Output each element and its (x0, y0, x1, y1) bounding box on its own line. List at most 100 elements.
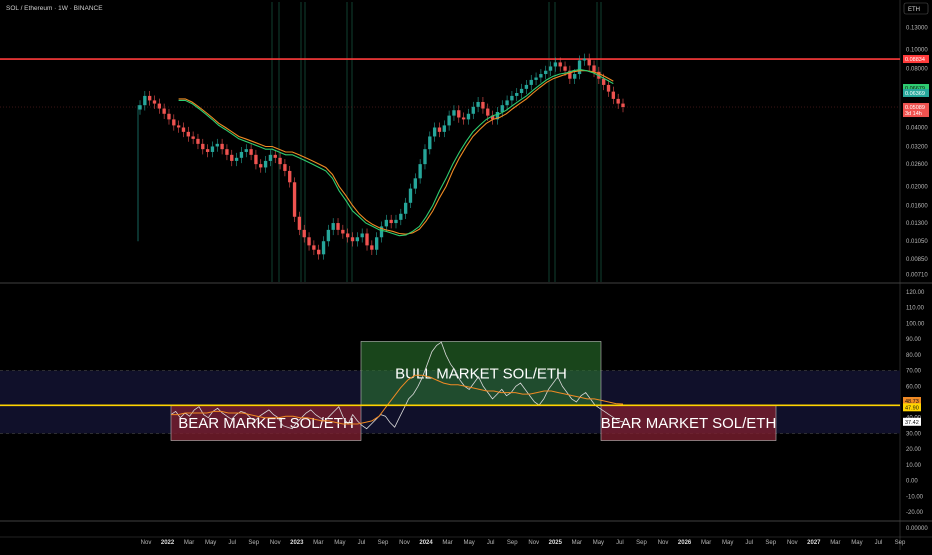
time-tick-label: Nov (399, 540, 410, 546)
time-tick-label: Nov (270, 540, 281, 546)
price-tag-label: 3d 14h (905, 111, 922, 117)
candle-body (346, 233, 350, 238)
candle-body (418, 164, 422, 179)
time-tick-label: Nov (658, 540, 669, 546)
candle-body (587, 58, 591, 66)
candle-body (606, 84, 611, 92)
candle-body (558, 62, 562, 67)
candle-body (225, 149, 229, 155)
candle-body (254, 154, 258, 165)
time-tick-label: Jul (487, 540, 495, 546)
candle-body (442, 125, 446, 132)
osc-tick-label: 70.00 (906, 369, 922, 375)
candle-body (457, 110, 461, 118)
osc-tag-label: 37.42 (905, 420, 919, 426)
symbol-title: SOL / Ethereum · 1W · BINANCE (6, 5, 103, 12)
time-tick-label: May (722, 540, 733, 546)
candle-body (341, 229, 345, 234)
candle-body (172, 119, 176, 126)
candle-body (573, 74, 577, 79)
candle-body (355, 237, 360, 242)
osc-tick-label: 0.00 (906, 479, 918, 485)
candle-body (616, 98, 620, 104)
osc-tick-label: 60.00 (906, 384, 922, 390)
candle-body (370, 245, 374, 250)
candle-body (476, 101, 480, 107)
price-tick-label: 0.02600 (906, 162, 928, 168)
currency-label: ETH (908, 7, 920, 13)
chart-svg: BEAR MARKET SOL/ETHBULL MARKET SOL/ETHBE… (0, 0, 932, 550)
candle-body (201, 143, 205, 150)
candle-body (466, 113, 471, 120)
time-tick-label: Nov (141, 540, 152, 546)
candle-body (186, 131, 190, 137)
candle-body (152, 100, 157, 104)
candle-body (582, 58, 587, 61)
time-tick-label: Jul (745, 540, 753, 546)
time-tick-label: May (593, 540, 604, 546)
time-tick-label: Mar (701, 540, 711, 546)
candle-body (321, 241, 326, 255)
candle-body (302, 229, 306, 238)
price-tag-label: 0.06369 (905, 91, 925, 97)
osc-tick-label: 120.00 (906, 290, 925, 296)
candle-body (249, 149, 253, 155)
candle-body (529, 79, 533, 85)
candle-body (384, 219, 389, 227)
candle-body (563, 66, 567, 71)
candle-body (539, 74, 543, 78)
candle-body (292, 182, 297, 217)
osc-tick-label: 100.00 (906, 321, 925, 327)
candle-body (147, 95, 152, 101)
candle-body (524, 84, 529, 89)
candle-body (167, 113, 171, 120)
candle-body (191, 136, 195, 139)
time-tick-label: 2024 (419, 540, 433, 546)
candle-body (273, 154, 277, 158)
price-tick-label: 0.04000 (906, 125, 928, 131)
candle-body (138, 105, 142, 110)
candle-body (326, 229, 331, 242)
candle-body (336, 223, 340, 230)
time-tick-label: Mar (830, 540, 840, 546)
candle-body (312, 245, 316, 250)
time-tick-label: Sep (248, 540, 259, 546)
candle-body (307, 237, 311, 246)
time-tick-label: 2022 (161, 540, 175, 546)
time-tick-label: 2023 (290, 540, 304, 546)
price-tag-label: 0.08834 (905, 57, 925, 63)
time-tick-label: 2027 (807, 540, 821, 546)
price-tick-label: 0.03200 (906, 144, 928, 150)
price-tick-label: 0.13000 (906, 25, 928, 31)
candle-body (162, 108, 166, 114)
candle-body (196, 138, 200, 144)
candle-body (471, 106, 475, 114)
candle-body (263, 160, 268, 168)
osc-tick-label: 90.00 (906, 337, 922, 343)
candle-body (143, 95, 147, 106)
osc-tick-label: 10.00 (906, 463, 922, 469)
candle-body (205, 149, 210, 152)
osc-tick-label: 20.00 (906, 447, 922, 453)
candle-body (374, 237, 379, 250)
candle-body (259, 164, 263, 168)
candle-body (452, 110, 456, 116)
osc-tick-label: -10.00 (906, 494, 924, 500)
candle-body (403, 202, 408, 214)
candle-body (548, 66, 553, 71)
candle-body (365, 233, 369, 246)
candle-body (215, 143, 219, 147)
candle-body (437, 127, 442, 132)
candle-body (181, 127, 186, 132)
candle-body (481, 101, 485, 109)
candle-body (360, 233, 364, 238)
time-tick-label: Mar (442, 540, 452, 546)
time-tick-label: May (205, 540, 216, 546)
candle-body (297, 216, 302, 230)
candle-body (234, 157, 239, 161)
candle-body (577, 60, 582, 75)
candle-body (350, 237, 355, 242)
candle-body (220, 143, 224, 150)
time-tick-label: Jul (875, 540, 883, 546)
candle-body (510, 95, 514, 101)
